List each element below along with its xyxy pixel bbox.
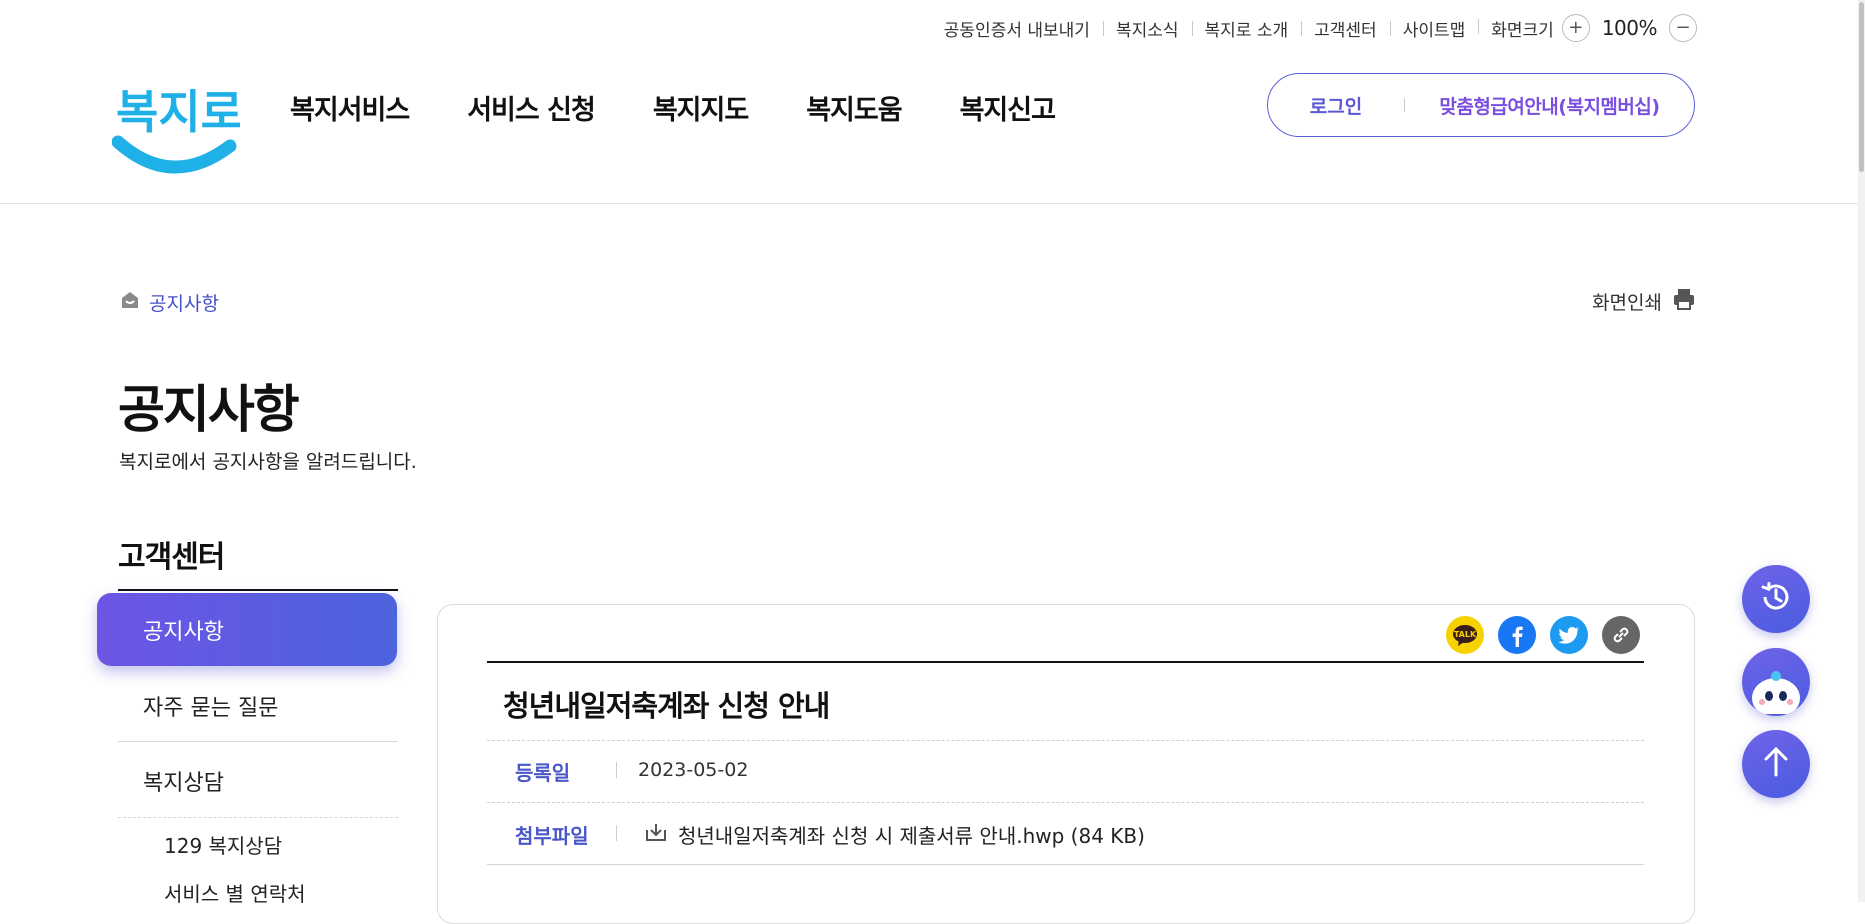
account-box: 로그인 맞춤형급여안내(복지멤버십) [1267,73,1695,137]
history-icon [1756,577,1796,621]
breadcrumb: 공지사항 [120,289,219,316]
gnb-welfare-service[interactable]: 복지서비스 [290,88,410,127]
lnb-item-consult[interactable]: 복지상담 [118,765,398,797]
arrow-up-icon [1759,745,1793,783]
meta-divider [616,762,617,778]
breadcrumb-current[interactable]: 공지사항 [149,289,219,316]
lnb-item-faq[interactable]: 자주 묻는 질문 [118,690,398,722]
recent-history-button[interactable] [1742,565,1810,633]
post-date: 2023-05-02 [638,759,749,781]
zoom-label: 화면크기 [1491,20,1554,41]
post-bottom-divider [487,864,1644,865]
main-navigation: 복지서비스 서비스 신청 복지지도 복지도움 복지신고 [290,88,1056,127]
lnb-item-notice[interactable]: 공지사항 [97,593,397,666]
util-link-news[interactable]: 복지소식 [1102,16,1192,41]
copy-link-icon[interactable] [1602,616,1640,654]
util-link-about[interactable]: 복지로 소개 [1191,16,1302,41]
post-divider [487,740,1644,741]
util-link-certificate[interactable]: 공동인증서 내보내기 [931,16,1103,41]
header-divider [0,203,1858,204]
twitter-icon[interactable] [1550,616,1588,654]
gnb-service-apply[interactable]: 서비스 신청 [467,88,596,127]
printer-icon [1672,287,1696,316]
gnb-welfare-map[interactable]: 복지지도 [653,88,749,127]
chatbot-button[interactable] [1742,648,1810,716]
home-icon[interactable] [120,290,140,315]
zoom-in-button[interactable]: + [1561,14,1590,42]
zoom-control: 화면크기 + 100% − [1478,14,1697,42]
site-logo[interactable]: 복지로 [111,66,243,184]
post-title: 청년내일저축계좌 신청 안내 [503,689,830,723]
scroll-top-button[interactable] [1742,730,1810,798]
lnb-subitem-contacts[interactable]: 서비스 별 연락처 [164,878,306,907]
lnb-title: 고객센터 [118,540,225,575]
facebook-icon[interactable] [1498,616,1536,654]
zoom-out-button[interactable]: − [1669,14,1697,42]
gnb-welfare-help[interactable]: 복지도움 [806,88,902,127]
post-attach-label: 첨부파일 [515,824,589,848]
utility-bar: 공동인증서 내보내기 복지소식 복지로 소개 고객센터 사이트맵 화면크기 + … [931,14,1697,42]
download-icon [644,820,668,849]
chatbot-mascot-icon [1742,648,1810,716]
gnb-welfare-report[interactable]: 복지신고 [960,88,1056,127]
meta-divider [616,825,617,841]
lnb-divider [118,741,398,742]
login-button[interactable]: 로그인 [1268,92,1404,119]
lnb-subitem-129[interactable]: 129 복지상담 [164,830,282,859]
lnb-title-underline [118,589,398,591]
print-label: 화면인쇄 [1592,292,1662,314]
zoom-value: 100% [1601,16,1658,40]
util-link-sitemap[interactable]: 사이트맵 [1389,16,1479,41]
logo-mark: 복지로 [111,85,243,174]
logo-text: 복지로 [116,85,240,139]
membership-button[interactable]: 맞춤형급여안내(복지멤버십) [1405,92,1694,119]
share-buttons: TALK [1446,616,1640,654]
post-divider [487,802,1644,803]
attachment-filename: 청년내일저축계좌 신청 시 제출서류 안내.hwp (84 KB) [678,824,1145,848]
attachment-link[interactable]: 청년내일저축계좌 신청 시 제출서류 안내.hwp (84 KB) [644,820,1145,849]
lnb-divider-dashed [118,817,398,818]
post-top-border [487,661,1644,663]
post-date-label: 등록일 [515,761,571,785]
kakao-talk-icon[interactable]: TALK [1446,616,1484,654]
page-subtitle: 복지로에서 공지사항을 알려드립니다. [119,451,417,473]
scrollbar-thumb[interactable] [1859,2,1864,172]
svg-text:TALK: TALK [1454,630,1477,639]
print-button[interactable]: 화면인쇄 [1592,287,1696,316]
util-link-customer-center[interactable]: 고객센터 [1301,16,1390,41]
page-title: 공지사항 [118,381,300,440]
